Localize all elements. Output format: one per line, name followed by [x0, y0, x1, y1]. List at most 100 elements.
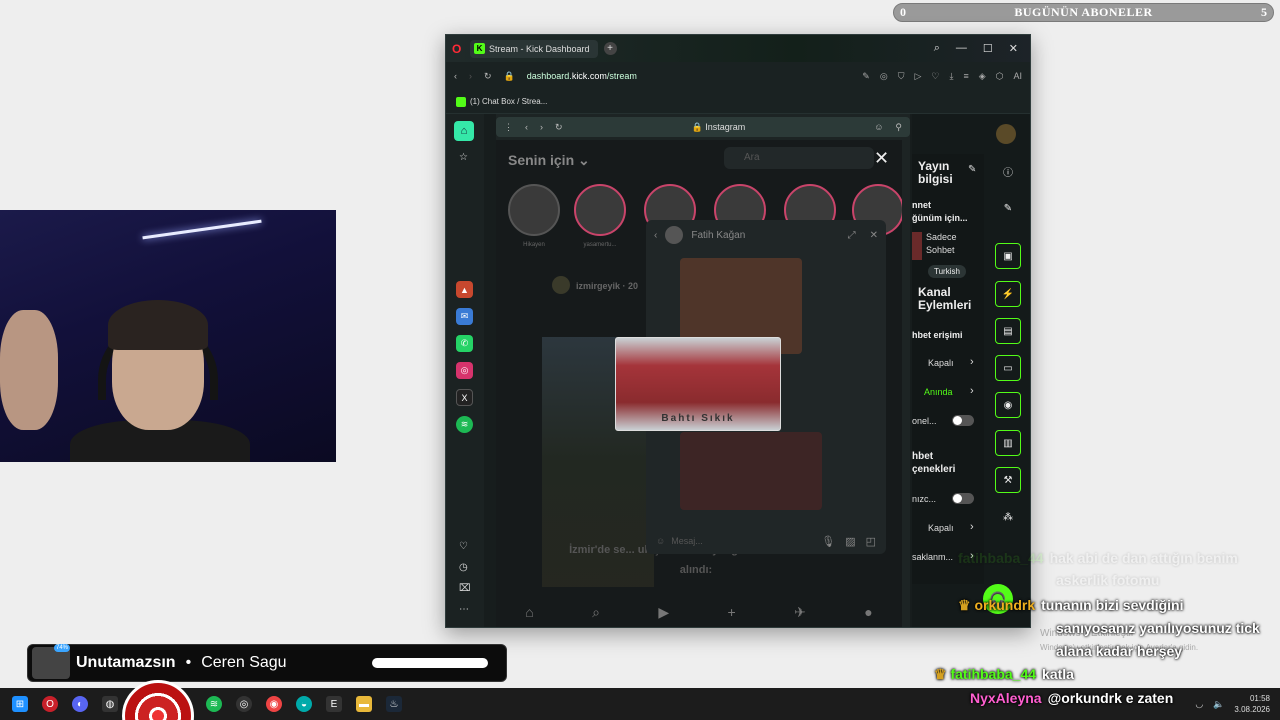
- chat-icon[interactable]: ▭: [995, 355, 1021, 381]
- dm-image[interactable]: [680, 432, 822, 510]
- spotify-taskbar-icon[interactable]: ≋: [206, 696, 222, 712]
- post-user[interactable]: izmirgeyik · 20: [576, 281, 638, 291]
- close-icon[interactable]: ✕: [874, 148, 889, 169]
- expand-icon[interactable]: ⤢: [848, 230, 856, 241]
- url-field[interactable]: dashboard.kick.com/stream: [527, 71, 637, 81]
- app-taskbar-icon[interactable]: ◎: [236, 696, 252, 712]
- chat-access-value[interactable]: Kapalı: [928, 358, 954, 368]
- pencil-icon[interactable]: ✎: [995, 195, 1021, 221]
- obs-icon[interactable]: ◍: [102, 696, 118, 712]
- sticker-icon[interactable]: ◰: [866, 535, 876, 548]
- story-avatar[interactable]: [574, 184, 626, 236]
- download-icon[interactable]: ⤓: [949, 71, 953, 82]
- heart-icon[interactable]: ♡: [931, 71, 939, 82]
- nav-profile-icon[interactable]: ●: [864, 604, 872, 620]
- clock[interactable]: 01:58 3.08.2026: [1234, 693, 1270, 715]
- x-icon[interactable]: X: [456, 389, 473, 406]
- dragged-meme-image[interactable]: Bahtı Sıkık: [615, 337, 781, 431]
- close-button[interactable]: ✕: [1009, 42, 1018, 55]
- panel-back-icon[interactable]: ‹: [525, 122, 528, 132]
- chevron-right-icon[interactable]: ›: [970, 385, 974, 397]
- minimize-button[interactable]: —: [956, 42, 967, 55]
- maximize-button[interactable]: ☐: [983, 42, 993, 55]
- more-icon[interactable]: ⋯: [459, 604, 469, 615]
- app-icon[interactable]: ▲: [456, 281, 473, 298]
- history-icon[interactable]: ◷: [459, 562, 468, 573]
- wrench-icon[interactable]: ⚒: [995, 467, 1021, 493]
- nav-messages-icon[interactable]: ✈: [794, 604, 806, 621]
- back-icon[interactable]: ‹: [454, 71, 457, 81]
- notes-icon[interactable]: ▤: [995, 318, 1021, 344]
- home-icon[interactable]: ⌂: [454, 121, 474, 141]
- nav-search-icon[interactable]: ⌕: [592, 604, 600, 621]
- nav-home-icon[interactable]: ⌂: [525, 604, 533, 620]
- option-toggle[interactable]: [952, 415, 974, 426]
- opera-taskbar-icon[interactable]: O: [42, 696, 58, 712]
- forward-icon[interactable]: ›: [469, 71, 472, 81]
- discord-icon[interactable]: ◐: [72, 696, 88, 712]
- star-icon[interactable]: ☆: [459, 152, 468, 163]
- instagram-icon[interactable]: ◎: [456, 362, 473, 379]
- spotify-icon[interactable]: ≋: [456, 416, 473, 433]
- menu-icon[interactable]: ≡: [963, 71, 968, 82]
- feed-header[interactable]: Senin için ⌄: [508, 152, 590, 169]
- mic-icon[interactable]: 🎙: [821, 535, 835, 548]
- layout-icon[interactable]: ▥: [995, 430, 1021, 456]
- ai-button[interactable]: AI: [1013, 71, 1022, 82]
- nav-create-icon[interactable]: +: [728, 604, 736, 620]
- chevron-right-icon[interactable]: ›: [970, 356, 974, 368]
- panel-menu-icon[interactable]: ⋮: [504, 122, 513, 133]
- panel-forward-icon[interactable]: ›: [540, 122, 543, 132]
- bookmark-chat-box[interactable]: (1) Chat Box / Strea...: [470, 97, 547, 106]
- edit-icon[interactable]: ✎: [968, 164, 976, 175]
- info-icon[interactable]: ⓘ: [995, 158, 1021, 184]
- search-input[interactable]: Ara: [724, 147, 874, 169]
- steam-icon[interactable]: ♨: [386, 696, 402, 712]
- emoji-icon[interactable]: ☺: [656, 536, 665, 546]
- epic-icon[interactable]: E: [326, 696, 342, 712]
- option-toggle[interactable]: [952, 493, 974, 504]
- broadcast-icon[interactable]: ◉: [995, 392, 1021, 418]
- shield-icon[interactable]: ⛉: [898, 71, 905, 82]
- volume-icon[interactable]: 🔈: [1213, 699, 1224, 710]
- search-icon[interactable]: ⌕: [934, 42, 940, 55]
- post-avatar[interactable]: [552, 276, 570, 294]
- snapshot-icon[interactable]: ✎: [862, 71, 870, 82]
- chevron-right-icon[interactable]: ›: [970, 521, 974, 533]
- opera-logo-icon[interactable]: O: [452, 42, 470, 56]
- nav-reels-icon[interactable]: ▶: [658, 604, 669, 621]
- messenger-icon[interactable]: ✉: [456, 308, 473, 325]
- folder-icon[interactable]: ▬: [356, 696, 372, 712]
- image-icon[interactable]: ▨: [845, 535, 855, 548]
- dm-name[interactable]: Fatih Kağan: [691, 230, 745, 241]
- whatsapp-icon[interactable]: ✆: [456, 335, 473, 352]
- extension-icon[interactable]: ◈: [979, 71, 986, 82]
- clip-icon[interactable]: ▣: [995, 243, 1021, 269]
- chrome-icon[interactable]: ◉: [266, 696, 282, 712]
- apps-icon[interactable]: ⁂: [995, 504, 1021, 530]
- camera-icon[interactable]: ◎: [880, 71, 888, 82]
- heart-icon[interactable]: ♡: [459, 541, 468, 552]
- tab-kick-dashboard[interactable]: K Stream - Kick Dashboard: [470, 39, 598, 58]
- panel-pin-icon[interactable]: ⚲: [895, 122, 902, 133]
- panel-reload-icon[interactable]: ↻: [555, 122, 563, 133]
- lightning-icon[interactable]: ⚡: [995, 281, 1021, 307]
- edge-icon[interactable]: ◒: [296, 696, 312, 712]
- play-icon[interactable]: ▷: [914, 71, 921, 82]
- chat-line: alana kadar herşey: [1056, 643, 1182, 659]
- panel-emoji-icon[interactable]: ☺: [874, 122, 883, 132]
- option-value[interactable]: Kapalı: [928, 523, 954, 533]
- cube-icon[interactable]: ⬡: [996, 71, 1004, 82]
- wifi-icon[interactable]: ◡: [1195, 699, 1203, 710]
- gift-icon[interactable]: ⌧: [459, 583, 471, 594]
- webcam-hair: [108, 300, 208, 350]
- story-avatar[interactable]: [508, 184, 560, 236]
- dm-close-icon[interactable]: ✕: [870, 230, 878, 241]
- channel-avatar[interactable]: [996, 124, 1016, 144]
- message-input[interactable]: ☺ Mesaj... 🎙 ▨ ◰: [656, 530, 876, 552]
- dm-back-icon[interactable]: ‹: [654, 230, 657, 241]
- reload-icon[interactable]: ↻: [484, 71, 492, 82]
- slow-mode-value[interactable]: Anında: [924, 387, 953, 397]
- start-icon[interactable]: ⊞: [12, 696, 28, 712]
- new-tab-button[interactable]: +: [603, 42, 617, 55]
